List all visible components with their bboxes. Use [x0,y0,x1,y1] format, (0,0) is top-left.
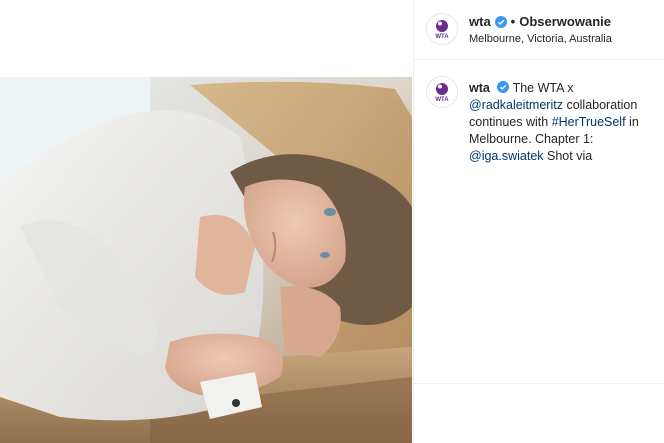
caption-username-link[interactable]: wta [469,81,490,95]
post-photo[interactable] [0,77,412,443]
post-sidebar: WTA wta • Obserwowanie Melbourne, Victor… [413,0,664,443]
caption-text: wta The WTA x @radkaleitmeritz collabora… [469,80,664,165]
post-media [0,0,413,443]
follow-status-button[interactable]: Obserwowanie [519,14,611,29]
logo-text: WTA [435,97,449,103]
mention-link[interactable]: @radkaleitmeritz [469,98,563,112]
logo-text: WTA [435,34,449,40]
separator-dot: • [510,14,516,29]
wta-logo-icon: WTA [435,83,449,103]
username-link[interactable]: wta [469,14,491,29]
caption-text-segment: Shot via [543,149,593,163]
header-title-row: wta • Obserwowanie [469,14,611,29]
post-header: WTA wta • Obserwowanie Melbourne, Victor… [414,0,664,60]
verified-badge-icon [494,15,507,28]
verified-badge-icon [497,81,510,93]
caption-text-segment: The WTA x [512,81,574,95]
wta-logo-icon: WTA [435,20,449,40]
caption-avatar[interactable]: WTA [426,76,458,108]
avatar[interactable]: WTA [426,13,458,45]
hashtag-link[interactable]: #HerTrueSelf [552,115,626,129]
location-link[interactable]: Melbourne, Victoria, Australia [469,33,612,45]
divider [414,383,664,384]
mention-link[interactable]: @iga.swiatek [469,149,544,163]
